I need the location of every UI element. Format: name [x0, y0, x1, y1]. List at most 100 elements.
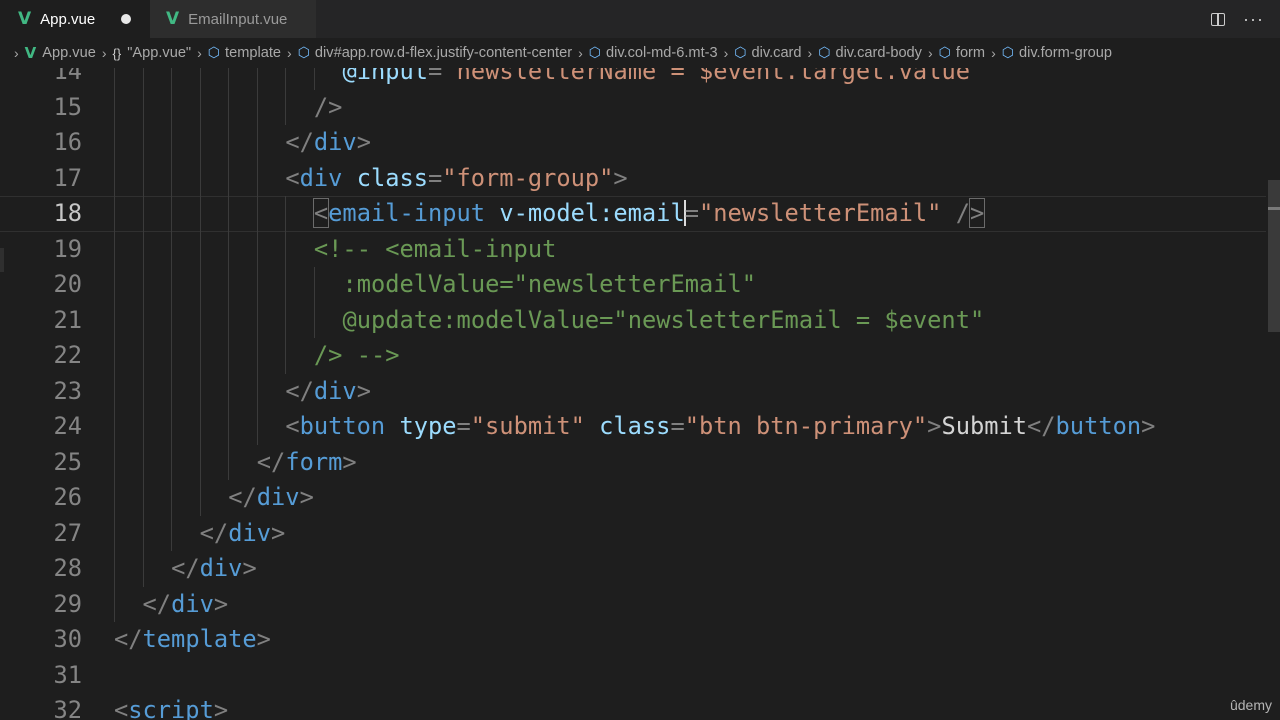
- scrollbar-thumb[interactable]: [1268, 180, 1280, 332]
- indent-guide: [114, 551, 115, 587]
- indent-guide: [256, 373, 258, 409]
- code-token: </: [285, 376, 314, 405]
- indent-guide: [114, 125, 115, 161]
- indent-guide: [171, 409, 173, 445]
- breadcrumb-label: div#app.row.d-flex.justify-content-cente…: [314, 45, 573, 61]
- line-number: 28: [53, 554, 82, 582]
- unsaved-dot-icon[interactable]: [121, 14, 131, 24]
- code-line[interactable]: 29 </div>: [0, 586, 1266, 623]
- breadcrumb-item-card[interactable]: ⬡ div.card: [734, 45, 801, 61]
- code-line[interactable]: 14 @input="newsletterName = $event.target…: [0, 68, 1266, 90]
- breadcrumb-label: "App.vue": [127, 45, 192, 61]
- code-token: =: [670, 412, 685, 440]
- line-code: />: [314, 90, 343, 126]
- code-line[interactable]: 25 </form>: [0, 444, 1266, 480]
- indent-guide: [199, 68, 201, 90]
- code-token: "form-group": [442, 163, 614, 192]
- code-line[interactable]: 18 <email-input v-model:email="newsletter…: [0, 196, 1266, 232]
- indent-guide: [171, 480, 173, 516]
- editor-tab-bar: V App.vue V EmailInput.vue ···: [0, 0, 1280, 38]
- breadcrumb-label: div.form-group: [1018, 45, 1112, 61]
- code-line[interactable]: 16 </div>: [0, 125, 1266, 161]
- indent-guide: [199, 89, 201, 125]
- code-editor[interactable]: 14 @input="newsletterName = $event.target…: [0, 68, 1280, 720]
- breadcrumb-item-form-group[interactable]: ⬡ div.form-group: [1002, 45, 1112, 61]
- code-line[interactable]: 20:modelValue="newsletterEmail": [0, 267, 1266, 303]
- breadcrumb-item-template[interactable]: ⬡ template: [208, 45, 281, 61]
- code-line[interactable]: 30 </template>: [0, 622, 1266, 658]
- code-line[interactable]: 24 <button type="submit" class="btn btn-p…: [0, 409, 1266, 445]
- element-icon: ⬡: [207, 45, 221, 61]
- indent-guide: [171, 338, 173, 374]
- indent-guide: [199, 160, 201, 196]
- breadcrumb-item-app-div[interactable]: ⬡ div#app.row.d-flex.justify-content-cen…: [298, 45, 572, 61]
- indent-guide: [171, 68, 173, 90]
- breadcrumb-label: form: [955, 45, 986, 61]
- code-line[interactable]: 17 <div class="form-group">: [0, 160, 1266, 196]
- code-line[interactable]: 28 </div>: [0, 551, 1266, 587]
- breadcrumb: › V App.vue › {} "App.vue" › ⬡ template …: [0, 38, 1280, 68]
- code-token: <: [312, 198, 330, 228]
- indent-guide: [171, 373, 173, 409]
- code-token: =: [684, 199, 699, 227]
- breadcrumb-item-card-body[interactable]: ⬡ div.card-body: [818, 45, 922, 61]
- indent-guide: [171, 302, 173, 338]
- breadcrumb-label: App.vue: [42, 45, 96, 61]
- code-token: div: [313, 376, 357, 405]
- indent-guide: [142, 267, 144, 303]
- code-line[interactable]: 27 </div>: [0, 515, 1266, 551]
- indent-guide: [285, 338, 287, 374]
- indent-guide: [142, 89, 144, 125]
- code-token: >: [213, 696, 229, 720]
- code-token: div: [256, 483, 300, 511]
- code-line[interactable]: 31: [0, 658, 1266, 694]
- indent-guide: [285, 302, 287, 338]
- breadcrumb-item-form[interactable]: ⬡ form: [939, 45, 985, 61]
- vue-file-icon: V: [24, 44, 37, 62]
- code-token: >: [356, 376, 371, 405]
- chevron-right-icon: ›: [14, 45, 19, 61]
- breadcrumb-item-sfc[interactable]: {} "App.vue": [113, 45, 192, 61]
- indent-guide: [199, 480, 201, 516]
- tab-emailinput-vue[interactable]: V EmailInput.vue: [150, 0, 316, 38]
- tab-label: App.vue: [40, 10, 96, 28]
- indent-guide: [256, 89, 258, 125]
- line-number: 14: [53, 68, 82, 85]
- indent-guide: [228, 125, 230, 161]
- code-line[interactable]: 26 </div>: [0, 480, 1266, 516]
- code-line[interactable]: 23 </div>: [0, 373, 1266, 409]
- line-number: 21: [53, 305, 82, 334]
- breadcrumb-item-file[interactable]: V App.vue: [25, 44, 96, 62]
- element-icon: ⬡: [818, 45, 831, 61]
- line-code: </div>: [143, 587, 229, 623]
- line-number: 24: [53, 412, 82, 440]
- code-line[interactable]: 21 @update:modelValue="newsletterEmail = …: [0, 302, 1266, 338]
- indent-guide: [142, 409, 144, 445]
- code-line[interactable]: 19 <!-- <email-input: [0, 231, 1266, 267]
- vertical-scrollbar[interactable]: [1266, 68, 1280, 720]
- tab-app-vue[interactable]: V App.vue: [0, 0, 150, 38]
- code-token: script: [128, 696, 214, 720]
- indent-guide: [199, 409, 201, 445]
- indent-guide: [114, 267, 115, 303]
- code-line[interactable]: 22 /> -->: [0, 338, 1266, 374]
- code-line[interactable]: 15 />: [0, 89, 1266, 126]
- breadcrumb-item-col-div[interactable]: ⬡ div.col-md-6.mt-3: [589, 45, 718, 61]
- indent-guide: [256, 231, 258, 267]
- indent-guide: [285, 267, 287, 303]
- indent-guide: [256, 68, 258, 90]
- code-token: >: [613, 163, 628, 192]
- indent-guide: [256, 302, 258, 338]
- split-editor-icon[interactable]: [1211, 12, 1226, 26]
- line-code: <email-input v-model:email="newsletterEm…: [312, 196, 986, 232]
- indent-guide: [285, 196, 287, 232]
- indent-guide: [228, 196, 230, 232]
- code-token: "newsletterEmail": [698, 199, 942, 227]
- indent-guide: [171, 515, 173, 551]
- breadcrumb-label: div.card: [751, 45, 802, 61]
- more-actions-icon[interactable]: ···: [1243, 9, 1264, 30]
- code-token: </: [171, 554, 200, 582]
- code-line[interactable]: 32 <script>: [0, 693, 1266, 720]
